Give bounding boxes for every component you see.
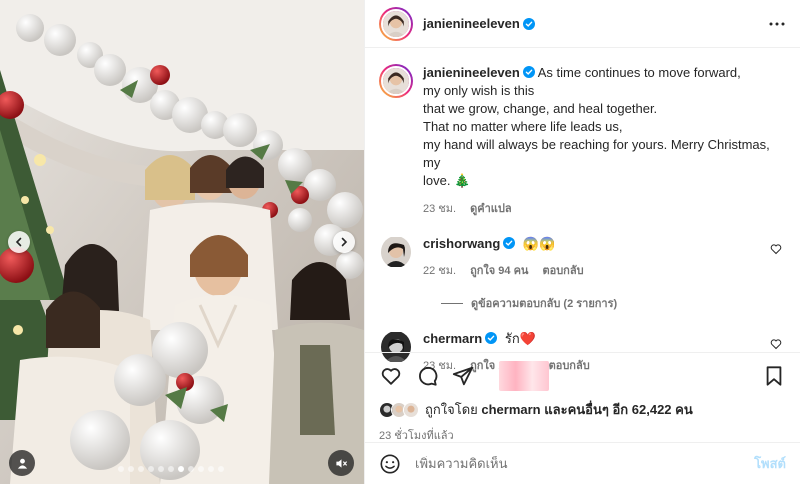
caption-author-avatar[interactable] [379,64,413,98]
post-comment-button[interactable]: โพสต์ [754,453,786,474]
post-photo [0,0,364,484]
likes-count[interactable]: 62,422 คน [632,402,693,417]
caption-time: 23 ชม. [423,203,457,215]
more-icon [769,22,785,25]
view-replies-label: ดูข้อความตอบกลับ (2 รายการ) [471,298,618,310]
carousel-dot [178,466,184,472]
speaker-muted-icon [335,458,347,468]
verified-badge-icon [503,237,516,249]
action-bar [379,361,786,391]
see-translation-link[interactable]: ดูคำแปล [470,199,512,217]
emoji-icon[interactable] [379,453,401,475]
add-comment-bar: โพสต์ [365,442,800,484]
carousel-dot [208,466,214,472]
author-username[interactable]: janienineeleven [423,16,520,31]
more-options-button[interactable] [768,15,786,33]
avatar-image [381,237,411,267]
carousel-indicator [118,466,224,472]
likes-user[interactable]: chermarn [481,402,540,417]
heart-icon [381,368,401,385]
user-icon [17,458,27,469]
likes-prefix: ถูกใจโดย [425,402,478,417]
author-avatar[interactable] [379,6,413,41]
comment-likes[interactable]: ถูกใจ 94 คน [470,262,528,280]
carousel-dot [148,466,154,472]
mute-button[interactable] [328,450,354,476]
carousel-dot [118,466,124,472]
comment-text: รัก❤️ [504,331,536,346]
carousel-dot [158,466,164,472]
caption-line: love. 🎄 [423,173,471,188]
reply-button[interactable]: ตอบกลับ [542,262,583,280]
comment-meta: 22 ชม. ถูกใจ 94 คน ตอบกลับ [423,262,584,280]
comment-icon [419,366,438,386]
verified-badge-icon [522,17,535,30]
carousel-dot [188,466,194,472]
post-caption: janienineeleven As time continues to mov… [379,64,786,217]
post-detail-panel: janienineeleven janienineeleven As time … [364,0,800,484]
caption-username[interactable]: janienineeleven [423,65,520,80]
caption-line: that we grow, change, and heal together. [423,101,658,116]
previous-slide-button[interactable] [8,231,30,253]
comment-time: 22 ชม. [423,265,457,277]
carousel-dot [168,466,174,472]
comments-section[interactable]: janienineeleven As time continues to mov… [365,56,800,372]
avatar-image [381,8,411,39]
commenter-avatar[interactable] [379,235,413,269]
carousel-dot [138,466,144,472]
view-replies-button[interactable]: ดูข้อความตอบกลับ (2 รายการ) [441,294,786,312]
likes-middle[interactable]: และคนอื่นๆ อีก [544,402,628,417]
verified-badge-icon [485,332,498,344]
caption-line: my only wish is this [423,83,535,98]
comment-text: 😱😱 [522,236,556,251]
likes-summary[interactable]: ถูกใจโดย chermarn และคนอื่นๆ อีก 62,422 … [379,399,786,420]
verified-badge-icon [522,66,535,78]
comment-button[interactable] [415,364,439,388]
share-button[interactable] [451,364,475,388]
caption-line: my hand will always be reaching for your… [423,137,770,170]
caption-meta: 23 ชม. ดูคำแปล [423,199,778,217]
like-button[interactable] [379,364,403,388]
save-button[interactable] [762,364,786,388]
comment-username[interactable]: chermarn [423,331,482,346]
chevron-right-icon [341,237,348,247]
share-icon [452,366,474,386]
post-media[interactable] [0,0,364,484]
replies-divider [441,302,463,304]
comment-input[interactable] [415,456,755,471]
caption-line: As time continues to move forward, [537,65,741,80]
like-comment-heart-icon[interactable] [770,338,782,350]
carousel-dot [198,466,204,472]
comment-username[interactable]: crishorwang [423,236,500,251]
next-slide-button[interactable] [333,231,355,253]
bookmark-icon [766,366,782,386]
tagged-users-button[interactable] [9,450,35,476]
chevron-left-icon [15,237,22,247]
like-comment-heart-icon[interactable] [770,243,782,255]
likes-text: ถูกใจโดย chermarn และคนอื่นๆ อีก 62,422 … [425,399,693,420]
post-header: janienineeleven [365,0,800,48]
carousel-dot [218,466,224,472]
post-actions-area: ถูกใจโดย chermarn และคนอื่นๆ อีก 62,422 … [365,352,800,444]
liker-avatar [403,401,419,418]
caption-text: janienineeleven As time continues to mov… [423,64,778,190]
comment-item: crishorwang 😱😱 22 ชม. ถูกใจ 94 คน ตอบกลั… [379,235,786,280]
carousel-dot [128,466,134,472]
caption-line: That no matter where life leads us, [423,119,623,134]
avatar-image [381,66,411,96]
liker-avatars [379,401,419,418]
blurred-region [499,361,549,391]
